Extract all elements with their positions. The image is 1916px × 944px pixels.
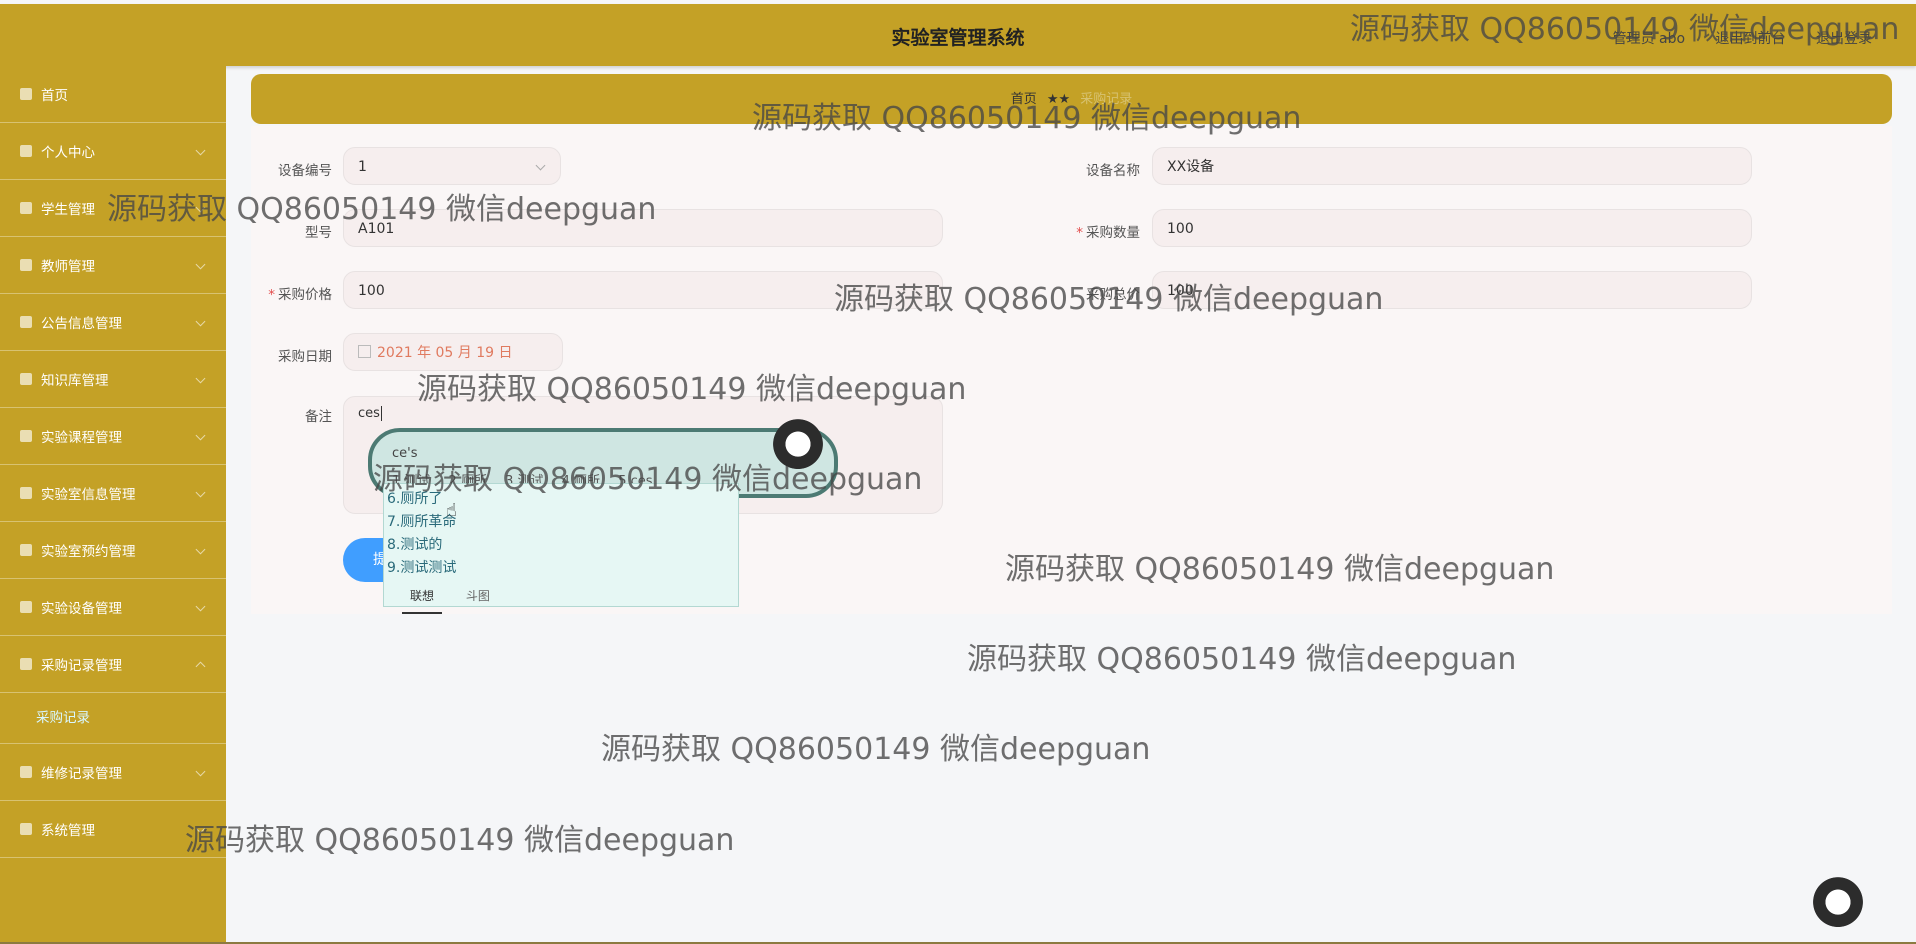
sidebar-item-lab-info[interactable]: 实验室信息管理 <box>0 465 226 522</box>
exit-to-frontend-link[interactable]: 退出到前台 <box>1716 31 1786 47</box>
pin-icon <box>20 657 33 671</box>
send-icon <box>20 258 33 272</box>
ime-candidate[interactable]: 9.测试测试 <box>387 557 735 580</box>
user-icon <box>20 765 33 779</box>
sidebar-item-label: 教师管理 <box>41 259 95 275</box>
remark-label: 备注 <box>305 409 332 425</box>
sidebar-item-label: 学生管理 <box>41 202 95 218</box>
chevron-down-icon <box>195 373 206 384</box>
ime-tab-association[interactable]: 联想 <box>402 583 443 614</box>
chevron-down-icon <box>195 259 206 270</box>
chevron-down-icon <box>195 316 206 327</box>
sidebar-item-label: 首页 <box>41 88 68 104</box>
model-field[interactable]: A101 <box>343 209 943 247</box>
device-no-select[interactable]: 1 <box>343 147 561 185</box>
sidebar-item-label: 实验课程管理 <box>41 430 122 446</box>
model-label: 型号 <box>305 225 332 241</box>
device-name-field[interactable]: XX设备 <box>1152 147 1752 185</box>
sidebar-item-students[interactable]: 学生管理 <box>0 180 226 237</box>
ime-candidate[interactable]: 8.测试的 <box>387 534 735 557</box>
mouse-cursor-icon: ☝ <box>446 500 457 521</box>
sidebar-subitem-purchase-records[interactable]: 采购记录 <box>0 693 226 744</box>
sidebar-item-label: 实验室预约管理 <box>41 544 136 560</box>
device-name-label: 设备名称 <box>1086 163 1140 179</box>
table-icon <box>20 429 33 443</box>
sidebar-item-label: 实验室信息管理 <box>41 487 136 503</box>
mail-icon <box>20 315 33 329</box>
qty-label: * 采购数量 <box>1076 225 1140 241</box>
chevron-down-icon <box>195 202 206 213</box>
ime-composition: ce's <box>392 446 418 461</box>
total-field[interactable]: 100 <box>1152 271 1752 309</box>
chevron-down-icon <box>195 145 206 156</box>
watermark: 源码获取 QQ86050149 微信deepguan <box>601 732 1151 767</box>
chevron-up-icon <box>195 661 206 672</box>
sidebar-item-label: 公告信息管理 <box>41 316 122 332</box>
chevron-down-icon <box>195 601 206 612</box>
sidebar-item-knowledge-base[interactable]: 知识库管理 <box>0 351 226 408</box>
sidebar-item-equipment[interactable]: 实验设备管理 <box>0 579 226 636</box>
sidebar-item-label: 实验设备管理 <box>41 601 122 617</box>
ime-tabs: 联想 斗图 <box>402 583 510 614</box>
sidebar-item-label: 知识库管理 <box>41 373 109 389</box>
chevron-down-icon <box>195 766 206 777</box>
sidebar: 首页 个人中心 学生管理 教师管理 公告信息管理 知识库管理 实验课程管理 实验… <box>0 66 226 944</box>
chevron-down-icon <box>195 823 206 834</box>
ime-mascot-icon <box>772 418 824 476</box>
ime-candidate[interactable]: 7.厕所革命 <box>387 511 735 534</box>
logout-link[interactable]: 退出登录 <box>1816 31 1872 47</box>
chevron-down-icon <box>195 544 206 555</box>
breadcrumb-separator: ★★ <box>1046 92 1071 107</box>
ime-candidate[interactable]: 6.厕所了 <box>387 488 735 511</box>
watermark: 源码获取 QQ86050149 微信deepguan <box>967 642 1517 677</box>
corner-mascot-icon <box>1812 876 1864 934</box>
sidebar-item-label: 采购记录管理 <box>41 658 122 674</box>
watermark: 源码获取 QQ86050149 微信deepguan <box>185 823 735 858</box>
home-icon <box>20 87 33 101</box>
sidebar-item-label: 系统管理 <box>41 823 95 839</box>
sidebar-item-announcements[interactable]: 公告信息管理 <box>0 294 226 351</box>
date-label: 采购日期 <box>278 349 332 365</box>
sidebar-item-purchases[interactable]: 采购记录管理 <box>0 636 226 693</box>
price-field[interactable]: 100 <box>343 271 943 309</box>
sidebar-item-lab-booking[interactable]: 实验室预约管理 <box>0 522 226 579</box>
chevron-down-icon <box>195 487 206 498</box>
chevron-down-icon <box>195 430 206 441</box>
sidebar-item-repairs[interactable]: 维修记录管理 <box>0 744 226 801</box>
phone-icon <box>20 372 33 386</box>
sidebar-item-label: 维修记录管理 <box>41 766 122 782</box>
flag-icon <box>20 822 33 836</box>
box-icon <box>20 600 33 614</box>
qty-field[interactable]: 100 <box>1152 209 1752 247</box>
sidebar-item-home[interactable]: 首页 <box>0 66 226 123</box>
price-label: * 采购价格 <box>268 287 332 303</box>
user-links: 管理员 abo 退出到前台 退出登录 <box>1587 28 1872 48</box>
total-label: 采购总价 <box>1086 287 1140 303</box>
sidebar-item-system[interactable]: 系统管理 <box>0 801 226 858</box>
breadcrumb-current: 采购记录 <box>1080 92 1133 107</box>
sidebar-item-teachers[interactable]: 教师管理 <box>0 237 226 294</box>
ime-tab-sticker[interactable]: 斗图 <box>458 583 498 612</box>
chevron-down-icon <box>535 160 546 171</box>
ime-candidate-list: 6.厕所了 7.厕所革命 8.测试的 9.测试测试 联想 斗图 <box>383 483 739 614</box>
sidebar-item-personal-center[interactable]: 个人中心 <box>0 123 226 180</box>
admin-username[interactable]: 管理员 abo <box>1613 31 1685 47</box>
calendar-icon <box>358 345 371 358</box>
device-no-label: 设备编号 <box>278 163 332 179</box>
breadcrumb: 首页 ★★ 采购记录 <box>251 74 1892 124</box>
sidebar-item-courses[interactable]: 实验课程管理 <box>0 408 226 465</box>
chart-icon <box>20 486 33 500</box>
breadcrumb-home[interactable]: 首页 <box>1011 92 1037 107</box>
user-icon <box>20 144 33 158</box>
date-picker[interactable]: 2021 年 05 月 19 日 <box>343 333 563 371</box>
sidebar-item-label: 个人中心 <box>41 145 95 161</box>
person-icon <box>20 543 33 557</box>
list-icon <box>20 201 33 215</box>
top-bar: 实验室管理系统 管理员 abo 退出到前台 退出登录 <box>0 4 1916 66</box>
